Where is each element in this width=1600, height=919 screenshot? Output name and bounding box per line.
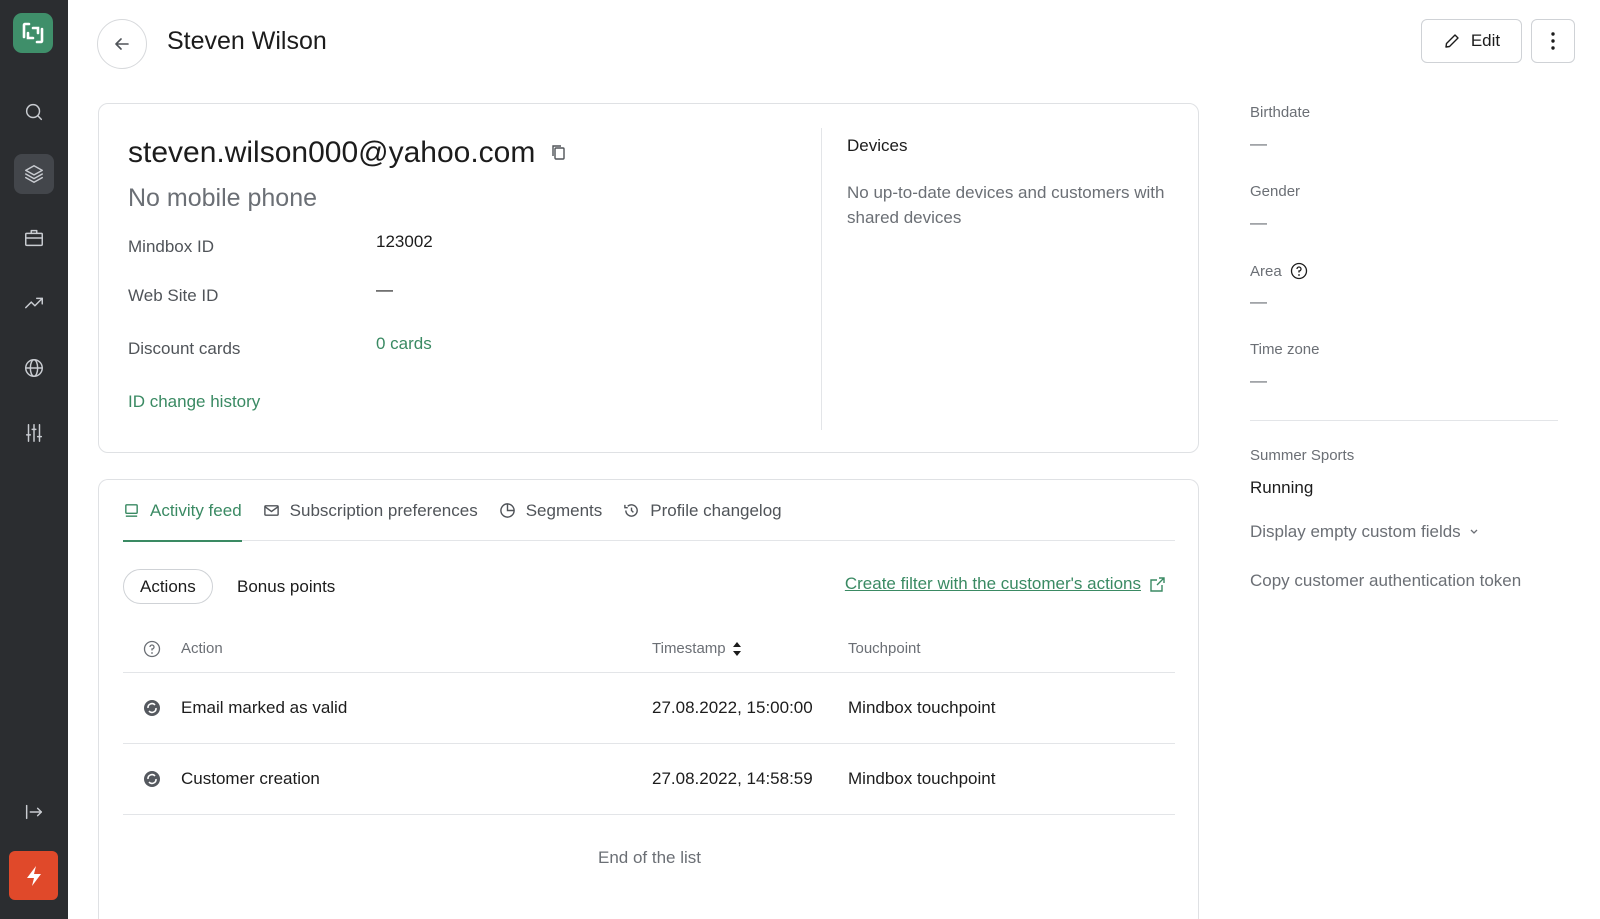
globe-icon — [25, 359, 43, 377]
row-action: Customer creation — [181, 769, 320, 788]
copy-icon[interactable] — [551, 144, 567, 162]
birthdate-value: — — [1250, 134, 1267, 153]
display-empty-fields-toggle[interactable]: Display empty custom fields — [1250, 522, 1479, 542]
logo-icon — [22, 22, 44, 44]
feed-icon — [125, 504, 138, 517]
tab-label: Activity feed — [150, 500, 242, 520]
row-touchpoint: Mindbox touchpoint — [848, 698, 996, 717]
table-row[interactable]: Customer creation 27.08.2022, 14:58:59 M… — [123, 744, 1175, 815]
sliders-icon — [25, 424, 43, 442]
tab-segments[interactable]: Segments — [499, 480, 603, 541]
search-icon — [25, 103, 43, 121]
discount-cards-label: Discount cards — [128, 339, 241, 358]
row-action: Email marked as valid — [181, 698, 348, 717]
website-id-label: Web Site ID — [128, 286, 219, 305]
devices-text: No up-to-date devices and customers with… — [847, 183, 1165, 227]
edit-label: Edit — [1470, 31, 1501, 50]
sidebar — [0, 0, 68, 919]
create-filter-label: Create filter with the customer's action… — [844, 574, 1141, 593]
lightning-icon — [26, 865, 41, 886]
arrow-left-icon — [115, 38, 129, 50]
area-value: — — [1250, 292, 1267, 311]
help-icon[interactable] — [1290, 262, 1308, 280]
column-action: Action — [181, 640, 223, 657]
tab-profile-changelog[interactable]: Profile changelog — [623, 480, 782, 541]
create-filter-link[interactable]: Create filter with the customer's action… — [845, 569, 1166, 599]
area-label-text: Area — [1250, 262, 1282, 280]
tab-activity-feed[interactable]: Activity feed — [123, 480, 242, 542]
discount-cards-link[interactable]: 0 cards — [376, 334, 432, 354]
nav-analytics[interactable] — [14, 283, 54, 323]
gender-value: — — [1250, 213, 1267, 232]
edit-button[interactable]: Edit — [1421, 19, 1522, 63]
birthdate-label: Birthdate — [1250, 104, 1311, 121]
column-touchpoint: Touchpoint — [848, 640, 921, 657]
system-action-icon — [144, 771, 160, 787]
email: steven.wilson000@yahoo.com — [128, 136, 567, 170]
row-touchpoint: Mindbox touchpoint — [848, 769, 996, 788]
tab-label: Profile changelog — [650, 500, 782, 520]
nav-collapse[interactable] — [14, 792, 54, 832]
history-icon — [624, 504, 639, 517]
column-timestamp[interactable]: Timestamp — [652, 640, 742, 657]
mindbox-id-label: Mindbox ID — [128, 237, 214, 256]
nav-briefcase[interactable] — [14, 218, 54, 258]
custom-field-label: Summer Sports — [1250, 447, 1355, 464]
tab-subscription-preferences[interactable]: Subscription preferences — [263, 480, 478, 541]
timezone-value: — — [1250, 371, 1267, 390]
system-action-icon — [144, 700, 160, 716]
activity-card: Activity feed Subscription preferences S… — [98, 479, 1199, 919]
nav-search[interactable] — [14, 92, 54, 132]
more-button[interactable] — [1531, 19, 1575, 63]
logo[interactable] — [13, 13, 53, 53]
divider — [1250, 420, 1558, 421]
custom-field-value: Running — [1250, 478, 1314, 497]
filter-actions[interactable]: Actions — [123, 569, 213, 604]
end-of-list: End of the list — [597, 848, 701, 867]
email-text: steven.wilson000@yahoo.com — [128, 136, 536, 169]
tab-label: Segments — [525, 500, 603, 520]
collapse-icon — [25, 804, 43, 820]
table-header: Action Timestamp Touchpoint — [123, 626, 1175, 673]
layers-icon — [25, 165, 43, 183]
copy-token-link[interactable]: Copy customer authentication token — [1250, 571, 1521, 591]
chevron-down-icon — [1470, 529, 1478, 534]
area-label: Area — [1250, 262, 1308, 280]
page-title: Steven Wilson — [167, 27, 327, 55]
back-button[interactable] — [97, 19, 147, 69]
mindbox-id-value: 123002 — [376, 232, 433, 251]
briefcase-icon — [25, 229, 43, 247]
tabs: Activity feed Subscription preferences S… — [123, 480, 1175, 542]
sort-icon — [732, 641, 741, 656]
more-vertical-icon — [1551, 32, 1555, 50]
trend-icon — [25, 297, 43, 309]
row-timestamp: 27.08.2022, 15:00:00 — [652, 698, 813, 717]
envelope-icon — [263, 505, 279, 516]
flash-button[interactable] — [9, 851, 58, 900]
nav-layers[interactable] — [14, 154, 54, 194]
help-icon[interactable] — [143, 640, 161, 658]
id-change-history-link[interactable]: ID change history — [128, 392, 260, 412]
website-id-value: — — [376, 280, 393, 299]
external-link-icon — [1150, 576, 1165, 592]
tab-label: Subscription preferences — [289, 500, 478, 520]
column-timestamp-label: Timestamp — [652, 640, 726, 657]
display-empty-fields-label: Display empty custom fields — [1250, 522, 1461, 541]
nav-settings[interactable] — [14, 413, 54, 453]
profile-card: steven.wilson000@yahoo.com No mobile pho… — [98, 103, 1199, 453]
timezone-label: Time zone — [1250, 341, 1320, 358]
gender-label: Gender — [1250, 183, 1301, 200]
phone: No mobile phone — [128, 184, 318, 212]
row-timestamp: 27.08.2022, 14:58:59 — [652, 769, 813, 788]
pencil-icon — [1445, 34, 1459, 48]
nav-globe[interactable] — [14, 348, 54, 388]
table-row[interactable]: Email marked as valid 27.08.2022, 15:00:… — [123, 673, 1175, 744]
divider — [821, 128, 822, 430]
devices-title: Devices — [847, 136, 908, 155]
pie-chart-icon — [499, 503, 515, 518]
filter-bonus-points[interactable]: Bonus points — [237, 569, 335, 604]
